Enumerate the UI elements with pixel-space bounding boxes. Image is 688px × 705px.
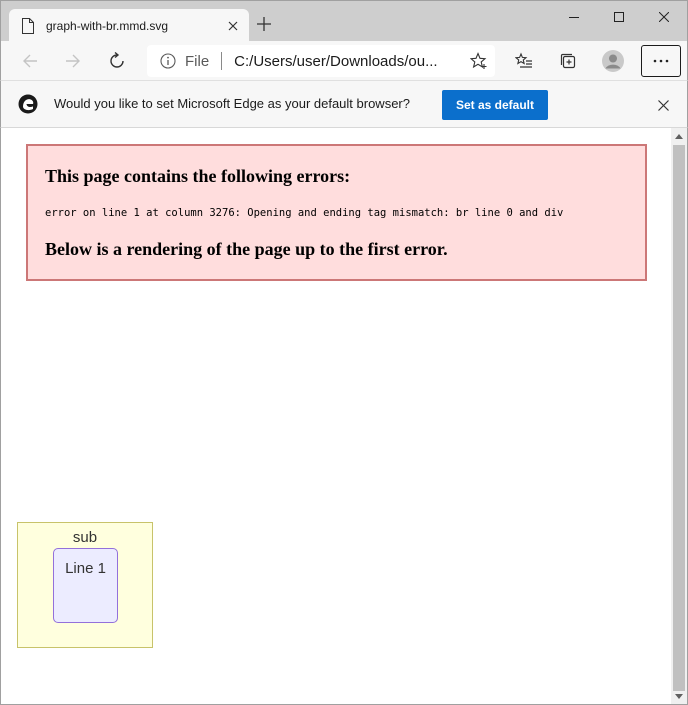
scrollbar-thumb[interactable] [673,145,685,691]
refresh-icon [110,52,124,68]
node-label: Line 1 [65,560,106,577]
address-url[interactable]: C:/Users/user/Downloads/ou... [234,53,463,70]
collections-icon [560,53,576,69]
more-menu-button[interactable] [641,45,681,77]
subgraph-label: sub [72,529,98,546]
page-content: This page contains the following errors:… [0,128,671,705]
error-footer: Below is a rendering of the page up to t… [45,239,448,259]
profile-button[interactable] [597,45,629,77]
favorites-button[interactable] [508,45,540,77]
minimize-icon [569,17,579,18]
window-close-button[interactable] [641,3,687,31]
close-icon [659,12,669,22]
collections-button[interactable] [552,45,584,77]
edge-logo-icon [18,94,38,114]
tab-title: graph-with-br.mmd.svg [46,18,169,33]
refresh-button[interactable] [101,45,133,77]
tab-strip: graph-with-br.mmd.svg [0,0,688,42]
navigation-toolbar: File C:/Users/user/Downloads/ou... [0,41,688,80]
set-as-default-button[interactable]: Set as default [442,90,548,120]
address-scheme-label: File [185,52,210,70]
forward-button[interactable] [57,45,89,77]
plus-icon [257,17,271,31]
xml-error-box: This page contains the following errors:… [26,144,647,281]
error-message: error on line 1 at column 3276: Opening … [45,207,564,219]
back-button[interactable] [14,45,46,77]
profile-avatar [602,50,624,72]
more-menu-icon [653,59,669,63]
vertical-scrollbar[interactable] [671,128,688,705]
infobar-message: Would you like to set Microsoft Edge as … [54,96,410,111]
maximize-icon [614,12,624,22]
scroll-up-arrow-icon[interactable] [671,128,687,144]
star-add-icon[interactable] [463,45,495,77]
back-arrow-icon [23,54,37,68]
forward-arrow-icon [66,54,80,68]
subgraph-cluster: sub Line 1 [17,522,153,648]
scroll-down-arrow-icon[interactable] [671,688,687,704]
active-tab[interactable]: graph-with-br.mmd.svg [9,9,249,42]
address-bar[interactable]: File C:/Users/user/Downloads/ou... [147,45,495,77]
default-browser-infobar: Would you like to set Microsoft Edge as … [0,80,688,128]
tab-close-icon[interactable] [221,14,245,38]
error-heading: This page contains the following errors: [45,166,351,186]
minimize-button[interactable] [551,3,597,31]
maximize-button[interactable] [596,3,642,31]
diagram-node: Line 1 [53,548,118,623]
new-tab-button[interactable] [253,13,275,35]
infobar-close-icon[interactable] [652,94,674,116]
favorites-list-icon [515,52,532,68]
info-icon[interactable] [160,53,176,69]
address-separator [221,52,223,70]
document-icon [21,17,35,34]
